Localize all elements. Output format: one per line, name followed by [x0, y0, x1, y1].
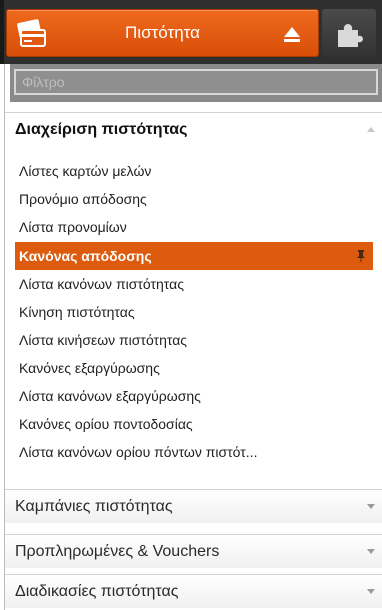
section-label: Διαδικασίες πιστότητας	[15, 582, 179, 600]
menu-item-reward-benefit[interactable]: Προνόμιο απόδοσης	[15, 185, 373, 213]
chevron-down-icon	[367, 589, 375, 594]
menu-item-label: Κανόνας απόδοσης	[19, 248, 152, 264]
chevron-down-icon	[367, 549, 375, 554]
section-loyalty-management[interactable]: Διαχείριση πιστότητας	[5, 112, 382, 146]
menu-item-points-limit-rules-list[interactable]: Λίστα κανόνων ορίου πόντων πιστότ...	[15, 438, 373, 466]
pin-icon[interactable]	[355, 249, 367, 263]
menu-item-loyalty-movement[interactable]: Κίνηση πιστότητας	[15, 298, 373, 326]
collapse-caret-icon	[284, 27, 300, 42]
menu-item-redemption-rules-list[interactable]: Λίστα κανόνων εξαργύρωσης	[15, 382, 373, 410]
section-label: Καμπάνιες πιστότητας	[15, 497, 173, 515]
menu-item-points-limit-rules[interactable]: Κανόνες ορίου ποντοδοσίας	[15, 410, 373, 438]
section-loyalty-processes[interactable]: Διαδικασίες πιστότητας	[5, 574, 382, 608]
menu-item-loyalty-rules-list[interactable]: Λίστα κανόνων πιστότητας	[15, 270, 373, 298]
menu-item-loyalty-movements-list[interactable]: Λίστα κινήσεων πιστότητας	[15, 326, 373, 354]
filter-bar	[10, 64, 382, 102]
menu-item-benefits-list[interactable]: Λίστα προνομίων	[15, 213, 373, 241]
menu-item-reward-rule[interactable]: Κανόνας απόδοσης	[15, 242, 373, 270]
section-prepaid-vouchers[interactable]: Προπληρωμένες & Vouchers	[5, 534, 382, 568]
navigation-panel: Διαχείριση πιστότητας Λίστες καρτών μελώ…	[4, 64, 382, 610]
module-selector-button[interactable]: Πιστότητα	[6, 9, 319, 57]
section-loyalty-campaigns[interactable]: Καμπάνιες πιστότητας	[5, 489, 382, 523]
menu-item-member-card-lists[interactable]: Λίστες καρτών μελών	[15, 157, 373, 185]
filter-input[interactable]	[14, 69, 378, 95]
top-bar: Πιστότητα	[0, 0, 382, 64]
plugins-button[interactable]	[322, 9, 376, 57]
menu-item-redemption-rules[interactable]: Κανόνες εξαργύρωσης	[15, 354, 373, 382]
section-label: Διαχείριση πιστότητας	[15, 120, 188, 138]
puzzle-icon	[338, 24, 363, 47]
chevron-up-icon	[367, 127, 375, 132]
chevron-down-icon	[367, 504, 375, 509]
module-title: Πιστότητα	[125, 23, 200, 42]
section-label: Προπληρωμένες & Vouchers	[15, 542, 220, 560]
